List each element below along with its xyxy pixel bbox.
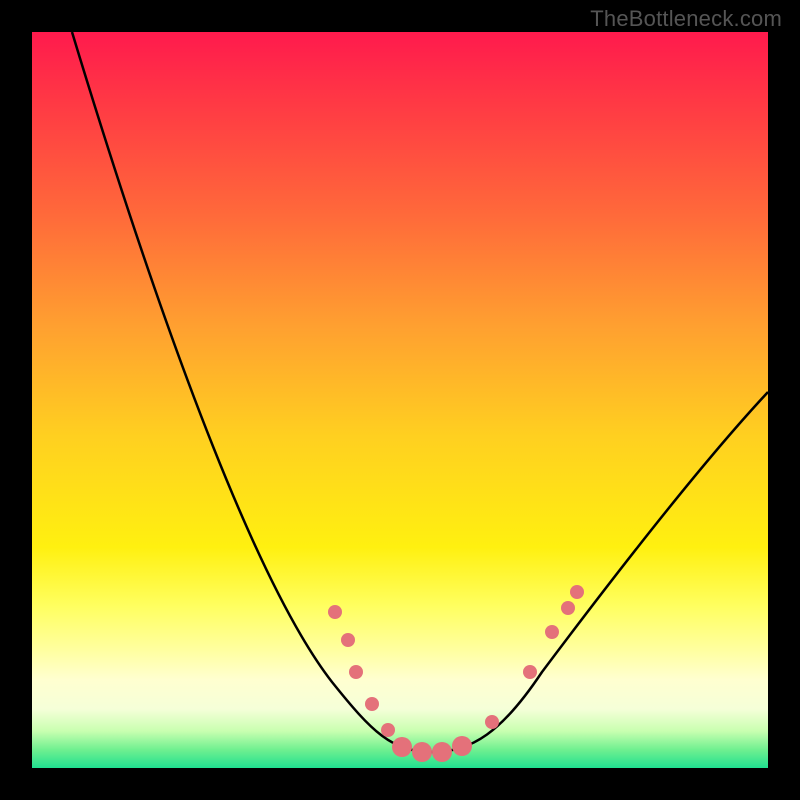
- curve-marker: [328, 605, 342, 619]
- curve-marker: [349, 665, 363, 679]
- curve-markers: [328, 585, 584, 762]
- curve-marker: [392, 737, 412, 757]
- curve-marker: [381, 723, 395, 737]
- curve-svg: [32, 32, 768, 768]
- plot-area: [32, 32, 768, 768]
- bottleneck-curve: [72, 32, 768, 752]
- curve-marker: [561, 601, 575, 615]
- curve-marker: [570, 585, 584, 599]
- curve-marker: [523, 665, 537, 679]
- curve-marker: [485, 715, 499, 729]
- curve-marker: [432, 742, 452, 762]
- curve-marker: [545, 625, 559, 639]
- curve-marker: [412, 742, 432, 762]
- watermark-text: TheBottleneck.com: [590, 6, 782, 32]
- chart-frame: TheBottleneck.com: [0, 0, 800, 800]
- curve-marker: [341, 633, 355, 647]
- curve-marker: [365, 697, 379, 711]
- curve-marker: [452, 736, 472, 756]
